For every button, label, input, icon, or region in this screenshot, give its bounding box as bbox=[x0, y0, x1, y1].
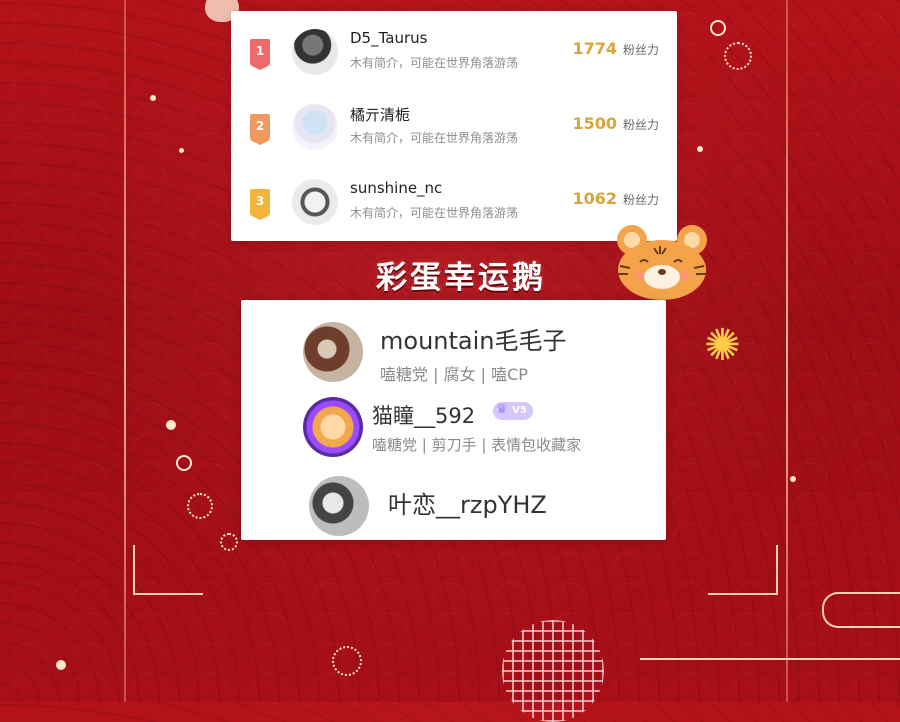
firework-icon: ✺ bbox=[704, 320, 741, 371]
section-title: 彩蛋幸运鹅 bbox=[376, 260, 546, 296]
rank-badge: 3 bbox=[250, 189, 270, 220]
user-name[interactable]: D5_Taurus bbox=[350, 29, 427, 47]
tiger-mascot-icon bbox=[617, 225, 707, 300]
avatar[interactable] bbox=[309, 476, 369, 536]
bottom-line-decoration bbox=[640, 658, 900, 660]
avatar[interactable] bbox=[292, 29, 338, 75]
fan-power-label: 粉丝力 bbox=[622, 118, 659, 132]
sparkle-dot bbox=[150, 95, 156, 101]
sparkle-dot bbox=[697, 146, 703, 152]
fan-power-label: 粉丝力 bbox=[622, 193, 659, 207]
vip-level: V5 bbox=[512, 405, 527, 416]
winner-name[interactable]: mountain毛毛子 bbox=[380, 321, 566, 356]
winner-row[interactable]: 猫瞳__592 ♛ V5 嗑糖党 | 剪刀手 | 表情包收藏家 bbox=[241, 393, 666, 463]
left-corner-ornament bbox=[133, 545, 203, 595]
fan-power-label: 粉丝力 bbox=[622, 43, 659, 57]
lucky-winners-card: mountain毛毛子 嗑糖党 | 腐女 | 嗑CP 猫瞳__592 ♛ V5 … bbox=[241, 300, 666, 540]
firework-small bbox=[332, 646, 362, 676]
sparkle-dot bbox=[56, 660, 66, 670]
user-name[interactable]: sunshine_nc bbox=[350, 179, 442, 197]
avatar[interactable] bbox=[292, 179, 338, 225]
winner-name[interactable]: 叶恋__rzpYHZ bbox=[388, 485, 547, 520]
firework-small bbox=[724, 42, 752, 70]
flower-ornament bbox=[710, 20, 726, 36]
flower-ornament bbox=[176, 455, 192, 471]
sparkle-dot bbox=[179, 148, 184, 153]
crown-icon: ♛ bbox=[496, 402, 508, 417]
user-description: 木有简介，可能在世界角落游荡 bbox=[350, 56, 519, 70]
avatar[interactable] bbox=[292, 104, 338, 150]
winner-tags: 嗑糖党 | 腐女 | 嗑CP bbox=[380, 365, 528, 384]
fan-power: 1500 粉丝力 bbox=[572, 114, 659, 133]
cloud-arc-decoration bbox=[822, 592, 900, 628]
fan-power: 1774 粉丝力 bbox=[572, 39, 659, 58]
vip-badge: ♛ V5 bbox=[493, 402, 533, 420]
user-description: 木有简介，可能在世界角落游荡 bbox=[350, 131, 519, 145]
ranking-row[interactable]: 2 橘亓清栀 木有简介，可能在世界角落游荡 1500 粉丝力 bbox=[231, 96, 677, 158]
rank-badge: 2 bbox=[250, 114, 270, 145]
fan-power-value: 1774 bbox=[572, 39, 617, 58]
fan-ranking-card: 1 D5_Taurus 木有简介，可能在世界角落游荡 1774 粉丝力 2 橘亓清… bbox=[231, 11, 677, 241]
sparkle-dot bbox=[166, 420, 176, 430]
user-description: 木有简介，可能在世界角落游荡 bbox=[350, 206, 519, 220]
fan-power: 1062 粉丝力 bbox=[572, 189, 659, 208]
avatar[interactable] bbox=[303, 397, 363, 457]
firework-small bbox=[220, 533, 238, 551]
fan-power-value: 1500 bbox=[572, 114, 617, 133]
lattice-orb-decoration bbox=[502, 620, 604, 722]
winner-row[interactable]: 叶恋__rzpYHZ bbox=[241, 472, 666, 536]
ranking-row[interactable]: 1 D5_Taurus 木有简介，可能在世界角落游荡 1774 粉丝力 bbox=[231, 21, 677, 83]
winner-row[interactable]: mountain毛毛子 嗑糖党 | 腐女 | 嗑CP bbox=[241, 315, 666, 385]
left-frame-line bbox=[124, 0, 126, 702]
fan-power-value: 1062 bbox=[572, 189, 617, 208]
sparkle-dot bbox=[790, 476, 796, 482]
winner-name[interactable]: 猫瞳__592 bbox=[372, 400, 475, 430]
rank-badge: 1 bbox=[250, 39, 270, 70]
avatar[interactable] bbox=[303, 322, 363, 382]
winner-tags: 嗑糖党 | 剪刀手 | 表情包收藏家 bbox=[372, 436, 582, 454]
right-frame-line bbox=[786, 0, 788, 702]
right-corner-ornament bbox=[708, 545, 778, 595]
user-name[interactable]: 橘亓清栀 bbox=[350, 104, 410, 125]
firework-small bbox=[187, 493, 213, 519]
